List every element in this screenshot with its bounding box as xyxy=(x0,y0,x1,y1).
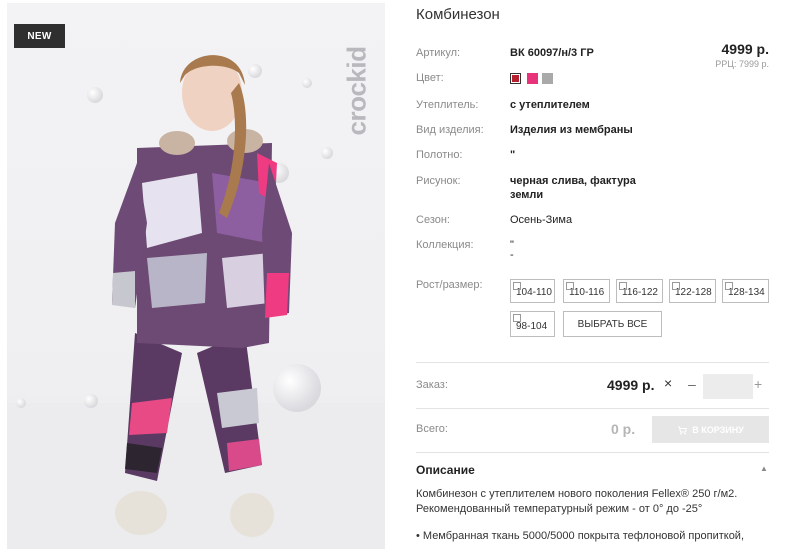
size-option-104-110[interactable]: 104-110 xyxy=(510,279,555,303)
product-photo[interactable]: NEW crockid xyxy=(7,3,385,549)
season-label: Сезон: xyxy=(416,214,450,226)
add-to-cart-button[interactable]: В КОРЗИНУ xyxy=(652,416,769,443)
size-option-122-128[interactable]: 122-128 xyxy=(669,279,716,303)
fabric-label: Полотно: xyxy=(416,149,463,161)
total-label: Всего: xyxy=(416,423,448,435)
article-label: Артикул: xyxy=(416,47,461,59)
quantity-increase-button[interactable]: + xyxy=(754,376,762,392)
divider xyxy=(416,452,769,453)
child-in-snowsuit-illustration xyxy=(7,55,385,549)
new-badge: NEW xyxy=(14,24,65,48)
color-swatch-pink[interactable] xyxy=(527,73,538,84)
type-value: Изделия из мембраны xyxy=(510,124,633,136)
recommended-retail-price: РРЦ: 7999 р. xyxy=(715,59,769,69)
pattern-value-line1: черная слива, фактура xyxy=(510,175,636,187)
article-value: ВК 60097/н/3 ГР xyxy=(510,47,594,59)
insulation-value: с утеплителем xyxy=(510,99,590,111)
pattern-value-line2: земли xyxy=(510,189,544,201)
color-swatch-gray[interactable] xyxy=(542,73,553,84)
size-option-116-122[interactable]: 116-122 xyxy=(616,279,663,303)
color-label: Цвет: xyxy=(416,72,444,84)
season-value: Осень-Зима xyxy=(510,214,573,226)
size-option-128-134[interactable]: 128-134 xyxy=(722,279,769,303)
color-swatch-red[interactable] xyxy=(510,73,521,84)
size-marker-icon xyxy=(725,282,733,290)
pattern-label: Рисунок: xyxy=(416,175,461,187)
collection-value-line2: - xyxy=(510,249,514,261)
total-value: 0 р. xyxy=(611,421,636,437)
size-option-98-104[interactable]: 98-104 xyxy=(510,311,555,337)
divider xyxy=(416,362,769,363)
chevron-up-icon[interactable]: ▲ xyxy=(760,464,768,473)
insulation-label: Утеплитель: xyxy=(416,99,479,111)
collection-label: Коллекция: xyxy=(416,239,474,251)
size-marker-icon xyxy=(513,314,521,322)
type-label: Вид изделия: xyxy=(416,124,484,136)
product-title: Комбинезон xyxy=(416,6,500,23)
quantity-input[interactable] xyxy=(703,374,753,399)
size-marker-icon xyxy=(672,282,680,290)
order-label: Заказ: xyxy=(416,379,448,391)
divider xyxy=(416,408,769,409)
size-label: Рост/размер: xyxy=(416,279,483,291)
quantity-decrease-button[interactable]: – xyxy=(688,376,696,392)
order-price: 4999 р. xyxy=(607,377,655,393)
cart-icon xyxy=(678,426,688,434)
brand-logo: crockid xyxy=(341,46,372,136)
remove-order-icon[interactable]: × xyxy=(664,375,672,391)
description-heading[interactable]: Описание xyxy=(416,463,475,477)
size-marker-icon xyxy=(566,282,574,290)
description-text: Комбинезон с утеплителем нового поколени… xyxy=(416,488,738,515)
fabric-value: " xyxy=(510,149,516,161)
select-all-sizes-button[interactable]: ВЫБРАТЬ ВСЕ xyxy=(563,311,662,337)
size-option-110-116[interactable]: 110-116 xyxy=(563,279,610,303)
description-bullet: • Мембранная ткань 5000/5000 покрыта теф… xyxy=(416,530,745,542)
product-price: 4999 р. xyxy=(721,41,769,57)
size-marker-icon xyxy=(513,282,521,290)
size-marker-icon xyxy=(619,282,627,290)
